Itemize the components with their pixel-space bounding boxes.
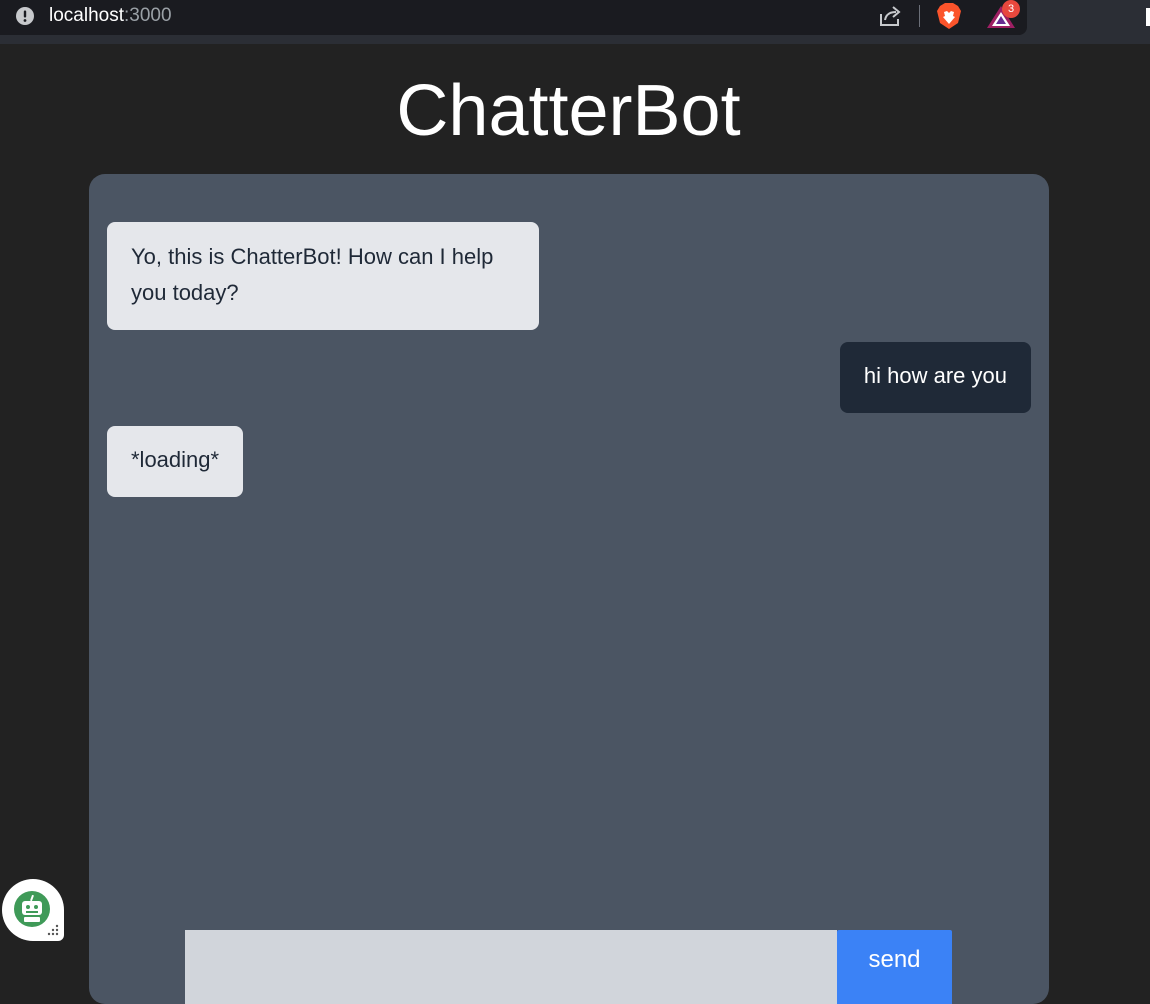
address-bar[interactable]: localhost:3000 3 [0,0,1027,35]
url-text[interactable]: localhost:3000 [49,4,172,28]
message-composer: send [185,930,952,1004]
assistant-widget[interactable] [2,879,64,941]
chat-panel: Yo, this is ChatterBot! How can I help y… [89,174,1049,1004]
window-edge [1146,8,1150,26]
rewards-badge: 3 [1002,0,1020,18]
info-icon[interactable] [15,6,35,26]
message-input[interactable] [185,930,837,1004]
bot-message-loading: *loading* [107,426,244,497]
toolbar-divider [919,5,920,27]
user-message: hi how are you [839,342,1031,413]
page-title: ChatterBot [396,71,741,151]
browser-toolbar: localhost:3000 3 [0,0,1150,44]
send-button[interactable]: send [837,930,952,1004]
brave-shields-icon[interactable] [936,2,962,30]
bot-message: Yo, this is ChatterBot! How can I help y… [107,222,539,330]
url-host: localhost [49,5,124,26]
share-icon[interactable] [877,4,903,28]
url-port: :3000 [124,5,172,26]
resize-grip-icon[interactable] [46,923,60,937]
